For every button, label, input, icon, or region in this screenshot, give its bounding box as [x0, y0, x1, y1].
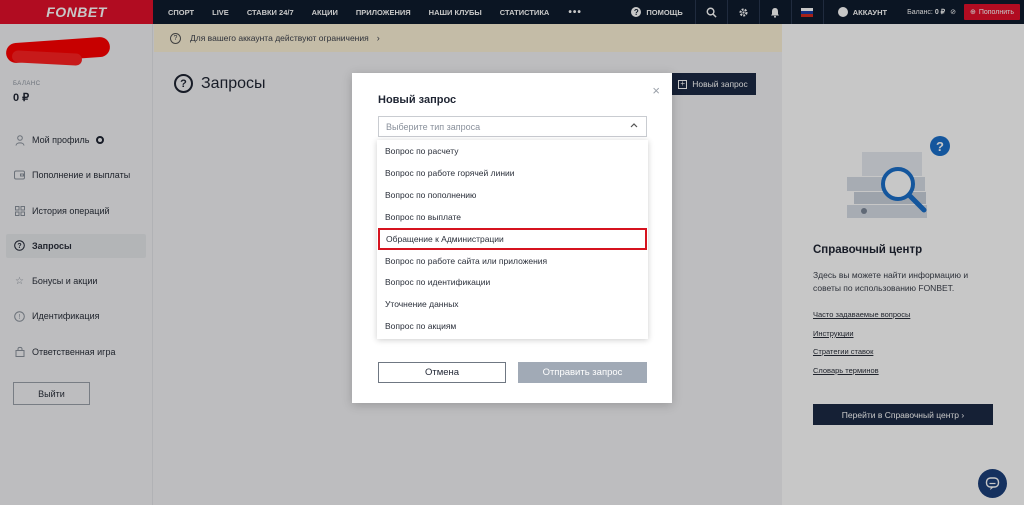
- dropdown-option[interactable]: Вопрос по акциям: [377, 315, 648, 337]
- dropdown-option-highlighted[interactable]: Обращение к Администрации: [378, 227, 647, 250]
- dropdown-option[interactable]: Вопрос по работе горячей линии: [377, 162, 648, 184]
- dropdown-option[interactable]: Уточнение данных: [377, 293, 648, 315]
- new-request-modal: × Новый запрос Выберите тип запроса Вопр…: [352, 73, 672, 403]
- cancel-button[interactable]: Отмена: [378, 362, 506, 383]
- modal-title: Новый запрос: [378, 94, 457, 106]
- dropdown-option[interactable]: Вопрос по идентификации: [377, 271, 648, 293]
- dropdown-option[interactable]: Вопрос по выплате: [377, 206, 648, 228]
- select-placeholder: Выберите тип запроса: [386, 121, 481, 132]
- request-type-dropdown: Вопрос по расчету Вопрос по работе горяч…: [377, 140, 648, 339]
- dropdown-option[interactable]: Вопрос по работе сайта или приложения: [377, 250, 648, 272]
- chevron-up-icon: [630, 121, 638, 130]
- dropdown-option[interactable]: Вопрос по расчету: [377, 140, 648, 162]
- request-type-select[interactable]: Выберите тип запроса: [378, 116, 647, 137]
- dropdown-option[interactable]: Вопрос по пополнению: [377, 184, 648, 206]
- close-icon[interactable]: ×: [652, 83, 660, 98]
- submit-request-button[interactable]: Отправить запрос: [518, 362, 647, 383]
